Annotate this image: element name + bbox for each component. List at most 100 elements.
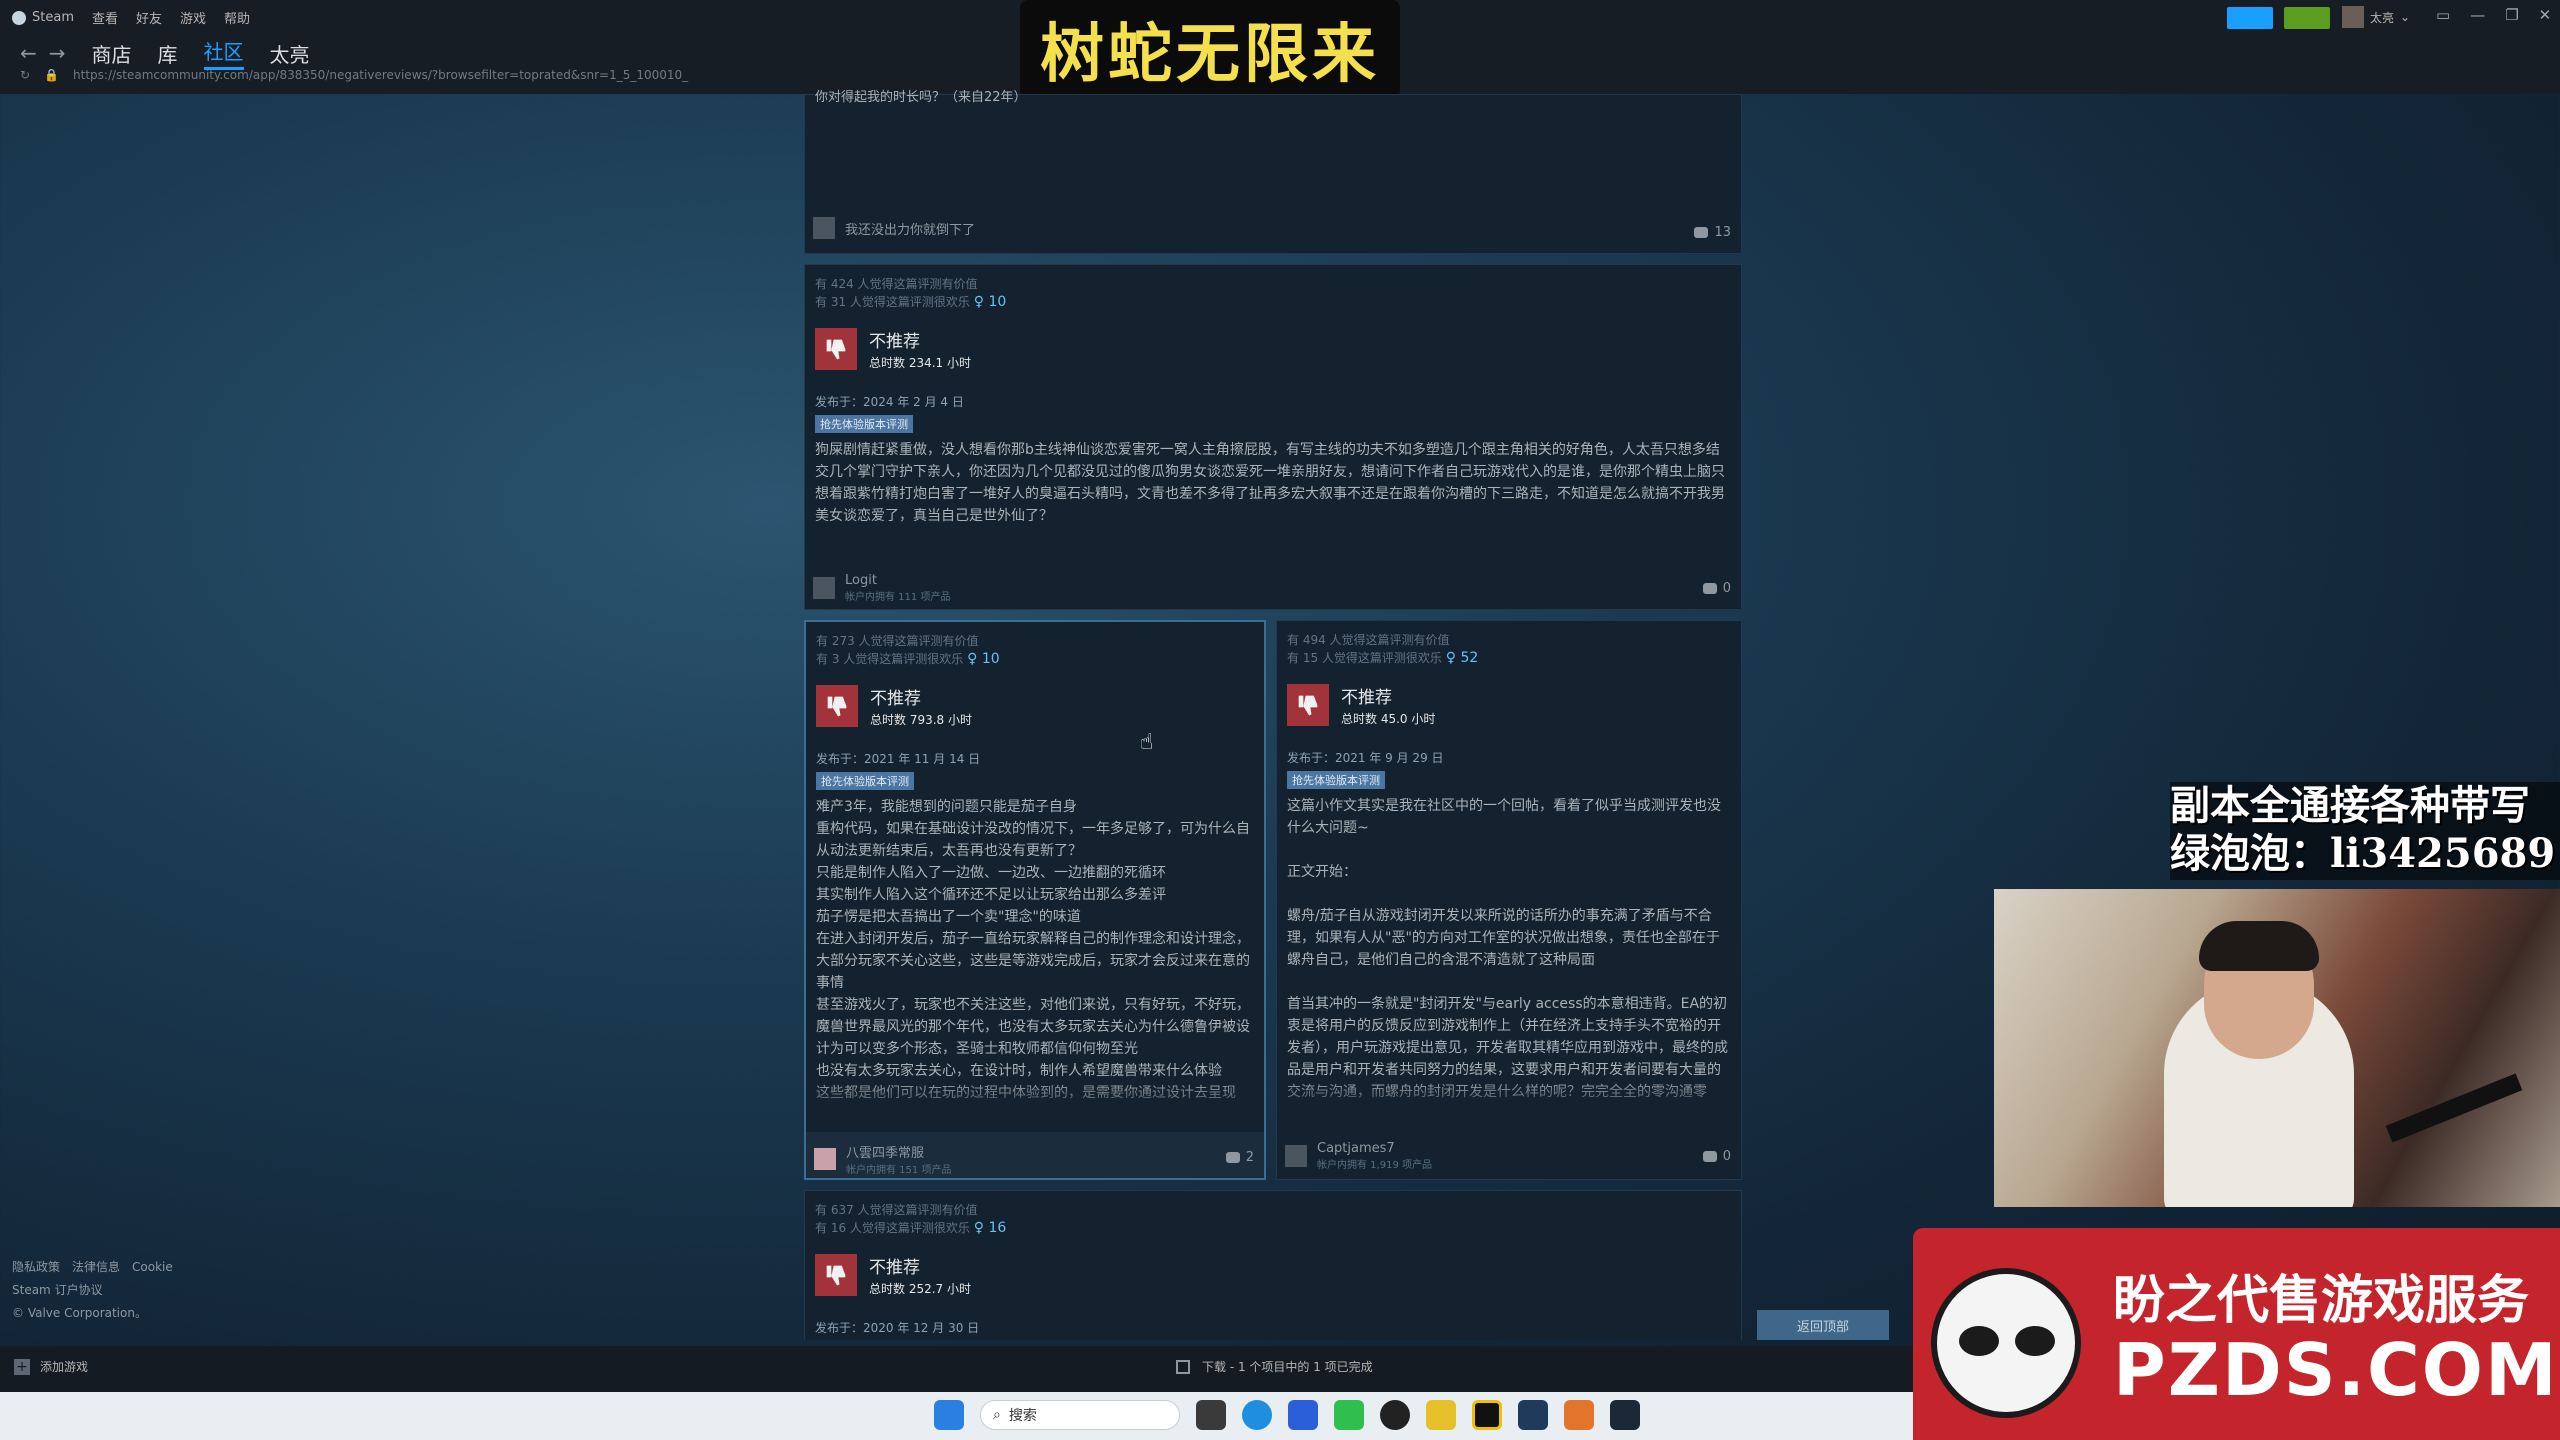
panda-eye-right	[2015, 1326, 2055, 1356]
app-dark-icon[interactable]	[1380, 1400, 1410, 1430]
verdict-title[interactable]: 不推荐	[870, 684, 972, 709]
award-icon[interactable]: ♀	[1446, 650, 1461, 666]
broadcast-button[interactable]	[2227, 7, 2273, 29]
nav-community[interactable]: 社区	[203, 36, 244, 70]
steam-logo-icon	[12, 10, 26, 25]
early-access-badge: 抢先体验版本评测	[1287, 771, 1385, 789]
menu-item-steam[interactable]: Steam	[12, 10, 74, 25]
ad-line-1: 盼之代售游戏服务	[2113, 1270, 2530, 1331]
posted-date: 发布于：2021 年 9 月 29 日	[1287, 751, 1444, 765]
verdict-title[interactable]: 不推荐	[869, 1253, 971, 1278]
review-card-top: 你对得起我的时长吗？（来自22年） 我还没出力你就倒下了 13	[804, 90, 1742, 254]
notifications-button[interactable]	[2284, 7, 2330, 29]
award-count[interactable]: 10	[988, 294, 1006, 310]
award-count[interactable]: 52	[1460, 650, 1478, 666]
reviewer-products: 帐户内拥有 1,919 项产品	[1317, 1160, 1432, 1171]
review-footer: Logit 帐户内拥有 111 项产品	[813, 573, 950, 603]
posted-date: 发布于：2021 年 11 月 14 日	[816, 752, 981, 766]
review-verdict: 不推荐 总时数 45.0 小时	[1287, 683, 1435, 727]
promo-line-1: 副本全通接各种带写	[2170, 782, 2530, 829]
reviewer-avatar[interactable]	[813, 217, 835, 239]
hours-played: 总时数 793.8 小时	[870, 713, 972, 727]
windows-start-icon[interactable]	[934, 1400, 964, 1430]
stream-title-text: 树蛇无限来	[1040, 17, 1380, 92]
reviewer-products: 帐户内拥有 151 项产品	[846, 1165, 952, 1176]
cookie-link[interactable]: Cookie	[132, 1260, 173, 1274]
url-text[interactable]: https://steamcommunity.com/app/838350/ne…	[73, 68, 688, 82]
download-status[interactable]: 下载 - 1 个项目中的 1 项已完成	[1176, 1358, 1373, 1375]
award-count[interactable]: 16	[988, 1220, 1006, 1236]
review-footer: Captjames7 帐户内拥有 1,919 项产品	[1285, 1141, 1432, 1171]
review-card: 有 494 人觉得这篇评测有价值 有 15 人觉得这篇评测很欢乐 ♀ 52 不推…	[1276, 620, 1742, 1180]
review-meta: 有 637 人觉得这篇评测有价值 有 16 人觉得这篇评测很欢乐 ♀ 16	[815, 1201, 1006, 1237]
taskbar-search[interactable]: ⌕ 搜索	[980, 1400, 1180, 1430]
menu-item-view[interactable]: 查看	[92, 8, 118, 27]
microphone-arm	[2385, 1073, 2523, 1143]
nav-store[interactable]: 商店	[92, 39, 132, 68]
reviewer-avatar[interactable]	[813, 577, 835, 599]
comment-count[interactable]: 13	[1694, 225, 1731, 240]
task-view-icon[interactable]	[1196, 1400, 1226, 1430]
maximize-icon[interactable]: ❐	[2505, 6, 2518, 24]
text-fade	[1277, 1077, 1741, 1117]
account-menu[interactable]: 太亮 ⌄	[2342, 6, 2410, 28]
award-icon[interactable]: ♀	[967, 651, 982, 667]
nav-library[interactable]: 库	[158, 39, 178, 68]
review-verdict: 不推荐 总时数 234.1 小时	[815, 327, 971, 371]
mouse-cursor-icon: ☝	[1140, 730, 1154, 755]
streamer-hair	[2199, 921, 2319, 971]
comment-count[interactable]: 0	[1702, 1149, 1731, 1164]
thumbs-down-icon	[815, 1254, 857, 1296]
review-meta: 有 273 人觉得这篇评测有价值 有 3 人觉得这篇评测很欢乐 ♀ 10	[816, 632, 1000, 668]
menu-item-help[interactable]: 帮助	[224, 8, 250, 27]
wechat-icon[interactable]	[1334, 1400, 1364, 1430]
reviewer-name[interactable]: Logit	[845, 573, 950, 588]
comment-count[interactable]: 0	[1702, 581, 1731, 596]
comment-icon	[1225, 1152, 1240, 1163]
funny-count: 有 3 人觉得这篇评测很欢乐	[816, 652, 964, 666]
reviewer-avatar[interactable]	[814, 1148, 836, 1170]
app-obs-icon[interactable]	[1472, 1400, 1502, 1430]
ssa-link[interactable]: Steam 订户协议	[12, 1279, 185, 1302]
award-icon[interactable]: ♀	[974, 294, 989, 310]
minimize-icon[interactable]: —	[2470, 6, 2485, 24]
comment-count[interactable]: 2	[1225, 1150, 1254, 1165]
close-icon[interactable]: ✕	[2539, 6, 2552, 24]
legal-link[interactable]: 法律信息	[72, 1260, 120, 1274]
comment-icon	[1702, 1151, 1717, 1162]
menu-item-games[interactable]: 游戏	[180, 8, 206, 27]
nav-user[interactable]: 太亮	[270, 39, 310, 68]
privacy-link[interactable]: 隐私政策	[12, 1260, 60, 1274]
app-yellow-icon[interactable]	[1426, 1400, 1456, 1430]
edge-icon[interactable]	[1242, 1400, 1272, 1430]
forward-arrow-icon[interactable]: →	[49, 41, 66, 65]
app-k-icon[interactable]	[1288, 1400, 1318, 1430]
award-icon[interactable]: ♀	[974, 1220, 989, 1236]
back-to-top-button[interactable]: 返回顶部	[1757, 1310, 1889, 1340]
ad-line-2: PZDS.COM	[2113, 1328, 2559, 1412]
lock-icon: 🔒	[44, 68, 60, 82]
funny-count: 有 31 人觉得这篇评测很欢乐	[815, 295, 970, 309]
main-nav: ← → 商店 库 社区 太亮	[20, 36, 310, 70]
hours-played: 总时数 252.7 小时	[869, 1282, 971, 1296]
refresh-icon[interactable]: ↻	[20, 68, 30, 82]
reviewer-name[interactable]: 我还没出力你就倒下了	[845, 219, 975, 238]
verdict-title[interactable]: 不推荐	[869, 327, 971, 352]
ad-banner: 盼之代售游戏服务 PZDS.COM	[1913, 1228, 2560, 1440]
menu-item-friends[interactable]: 好友	[136, 8, 162, 27]
review-card[interactable]: 有 273 人觉得这篇评测有价值 有 3 人觉得这篇评测很欢乐 ♀ 10 不推荐…	[804, 620, 1266, 1180]
review-meta: 有 494 人觉得这篇评测有价值 有 15 人觉得这篇评测很欢乐 ♀ 52	[1287, 631, 1478, 667]
back-arrow-icon[interactable]: ←	[20, 41, 37, 65]
big-picture-icon[interactable]: ▭	[2436, 6, 2450, 24]
reviewer-name[interactable]: 八雲四季常服	[846, 1142, 951, 1161]
app-orange-icon[interactable]	[1564, 1400, 1594, 1430]
add-game-button[interactable]: + 添加游戏	[14, 1358, 88, 1375]
reviewer-name[interactable]: Captjames7	[1317, 1141, 1432, 1156]
taskbar-items: ⌕ 搜索	[934, 1400, 1640, 1430]
app-blue-icon[interactable]	[1518, 1400, 1548, 1430]
award-count[interactable]: 10	[982, 651, 1000, 667]
steam-taskbar-icon[interactable]	[1610, 1400, 1640, 1430]
review-meta: 有 424 人觉得这篇评测有价值 有 31 人觉得这篇评测很欢乐 ♀ 10	[815, 275, 1006, 311]
verdict-title[interactable]: 不推荐	[1341, 683, 1435, 708]
reviewer-avatar[interactable]	[1285, 1145, 1307, 1167]
